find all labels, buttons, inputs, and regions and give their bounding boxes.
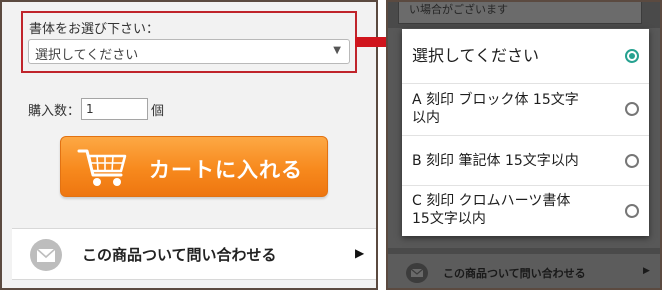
option-label: C 刻印 クロムハーツ書体 <box>412 193 571 209</box>
dimmed-notice: い場合がございます <box>398 2 642 24</box>
product-form-panel: 書体をお選び下さい： 選択してください ▼ 購入数： 個 カートに入れる この商… <box>0 0 378 290</box>
dimmed-inquiry-label: この商品ついて問い合わせる <box>443 267 586 280</box>
quantity-label: 購入数： <box>28 104 81 119</box>
option-label-line2: 15文字以内 <box>412 211 486 227</box>
font-options-dialog: 選択してください A 刻印 ブロック体 15文字 以内 B 刻印 筆記体 15文… <box>402 29 649 236</box>
option-block[interactable]: A 刻印 ブロック体 15文字 以内 <box>402 84 649 136</box>
radio-icon <box>625 154 639 168</box>
option-label: A 刻印 ブロック体 15文字 <box>412 92 579 108</box>
font-select-label: 書体をお選び下さい： <box>29 22 160 37</box>
add-to-cart-button[interactable]: カートに入れる <box>60 136 328 197</box>
quantity-unit: 個 <box>151 104 165 119</box>
option-placeholder[interactable]: 選択してください <box>402 29 649 84</box>
font-select-highlight: 書体をお選び下さい： 選択してください ▼ <box>21 11 357 73</box>
mail-icon <box>406 263 428 283</box>
dimmed-notice-text: い場合がございます <box>409 3 508 16</box>
mail-icon <box>30 239 62 271</box>
radio-icon <box>625 204 639 218</box>
product-inquiry-link[interactable]: この商品ついて問い合わせる ▶ <box>12 228 376 280</box>
shopping-cart-icon <box>77 149 127 186</box>
radio-icon <box>625 102 639 116</box>
dimmed-inquiry-bar: この商品ついて問い合わせる ▶ <box>388 254 660 288</box>
option-label: B 刻印 筆記体 15文字以内 <box>412 153 579 169</box>
option-label-line2: 以内 <box>412 110 440 126</box>
option-label: 選択してください <box>412 46 540 65</box>
quantity-input[interactable] <box>81 98 148 120</box>
font-select-dropdown[interactable]: 選択してください ▼ <box>28 39 350 64</box>
radio-selected-icon <box>625 49 639 63</box>
font-select-value: 選択してください <box>35 48 139 63</box>
option-script[interactable]: B 刻印 筆記体 15文字以内 <box>402 136 649 186</box>
dropdown-arrow-icon: ▼ <box>333 45 341 56</box>
chevron-right-icon: ▶ <box>643 266 650 276</box>
dropdown-preview-panel: い場合がございます この商品ついて問い合わせる ▶ 選択してください A 刻印 … <box>386 0 662 290</box>
option-chrome-hearts[interactable]: C 刻印 クロムハーツ書体 15文字以内 <box>402 186 649 236</box>
add-to-cart-label: カートに入れる <box>149 158 303 182</box>
chevron-right-icon: ▶ <box>355 246 365 260</box>
inquiry-label: この商品ついて問い合わせる <box>82 246 277 264</box>
